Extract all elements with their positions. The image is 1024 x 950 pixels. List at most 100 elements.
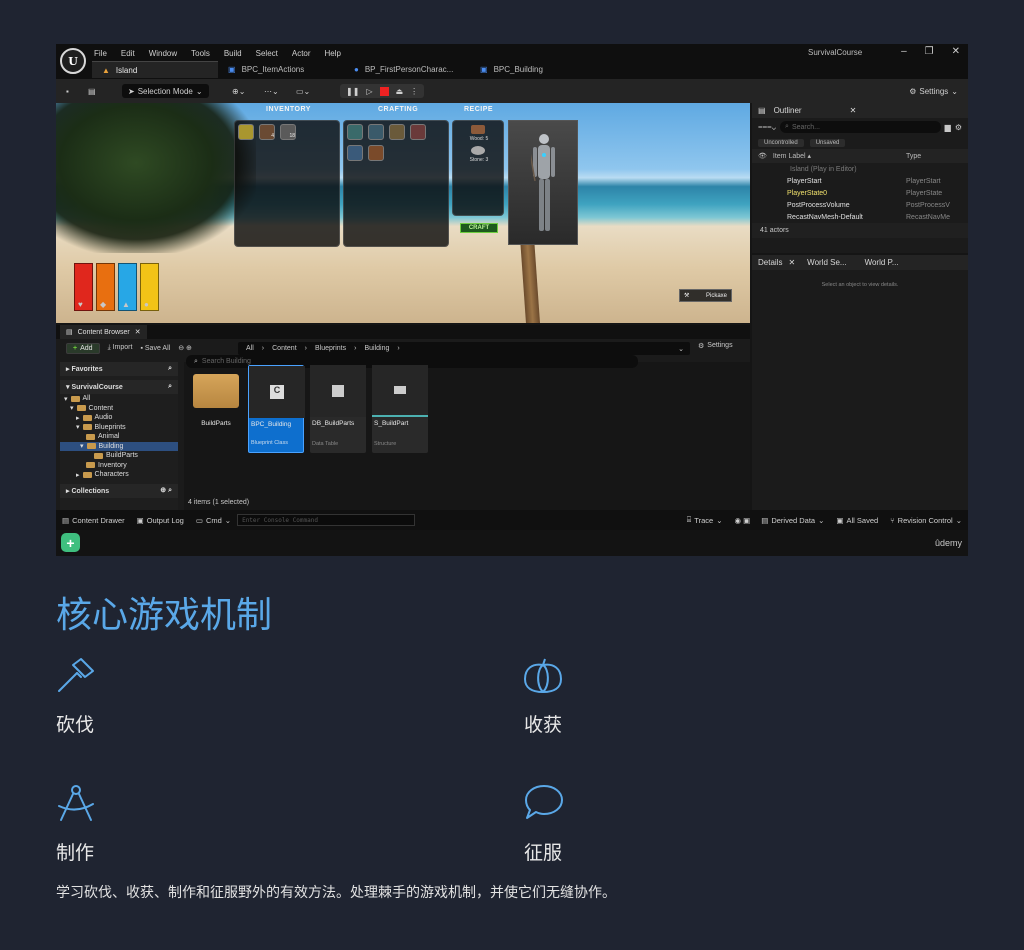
console-input[interactable]: Enter Console Command [237,514,416,526]
project-header[interactable]: ▾ SurvivalCourse ⌕ [60,380,178,394]
close-icon[interactable]: ✕ [135,328,141,336]
crafting-slot[interactable] [368,145,384,161]
eye-icon[interactable]: 👁 [758,152,767,160]
tree-item[interactable]: Inventory [60,461,178,471]
import-button[interactable]: ⤓ Import [108,344,133,352]
add-actor-icon[interactable]: ⊕⌄ [232,84,245,98]
tree-item[interactable]: ▾ Blueprints [60,423,178,433]
search-placeholder: Search... [791,123,820,131]
inventory-slot[interactable]: 4 [259,124,275,140]
content-browser-tab[interactable]: ▤ Content Browser ✕ [60,325,147,339]
crafting-slot[interactable] [368,124,384,140]
revision-control-dropdown[interactable]: ⑂ Revision Control ⌄ [884,516,968,525]
crumb-all[interactable]: All [246,345,254,352]
crumb-content[interactable]: Content [272,345,297,352]
tab-island[interactable]: ▲ Island [92,61,218,78]
asset-tile[interactable]: S_BuildPart Structure [372,365,428,453]
trace-dropdown[interactable]: ⌸ Trace ⌄ [681,515,729,525]
tab-world-partition[interactable]: World P... [865,258,899,267]
tree-item[interactable]: BuildParts [60,451,178,461]
menu-tools[interactable]: Tools [191,49,210,58]
tree-item-selected[interactable]: ▾ Building [60,441,178,451]
menu-file[interactable]: File [94,49,107,58]
minimize-icon[interactable]: – [901,46,907,57]
save-all-button[interactable]: ▪ Save All [140,345,170,352]
tab-bp-firstpersoncharacter[interactable]: ● BP_FirstPersonCharac... [344,61,470,78]
structure-icon [372,365,428,417]
favorites-header[interactable]: ▸ Favorites ⌕ [60,362,178,376]
menu-select[interactable]: Select [256,49,278,58]
inventory-slot[interactable]: 18 [280,124,296,140]
tree-item[interactable]: ▾ Content [60,404,178,414]
more-icon[interactable]: ⋮ [410,87,418,96]
outliner-row[interactable]: PostProcessVolume PostProcessV [752,199,968,211]
stop-icon[interactable] [379,86,389,96]
step-icon[interactable]: ▷ [366,87,372,96]
menu-help[interactable]: Help [325,49,341,58]
tab-world-settings[interactable]: World Se... [807,258,846,267]
asset-tile[interactable]: DB_BuildParts Data Table [310,365,366,453]
crafting-slot[interactable] [347,124,363,140]
derived-data-dropdown[interactable]: ◉ ▣ ▤ Derived Data ⌄ [729,516,831,525]
menu-window[interactable]: Window [149,49,177,58]
settings-button[interactable]: ⚙ Settings ⌄ [909,84,958,98]
outliner-tab[interactable]: ▤ Outliner ✕ [752,103,968,118]
collections-header[interactable]: ▸ Collections ⊕ ⌕ [60,483,178,498]
crumb-building[interactable]: Building [364,345,389,352]
inventory-slot[interactable] [238,124,254,140]
hotbar-slot-pickaxe[interactable]: ⚒ Pickaxe [679,289,732,302]
level-viewport[interactable]: INVENTORY CRAFTING RECIPE 4 18 Wood: 5 S… [56,103,750,323]
cb-settings-button[interactable]: ⚙ Settings [698,342,733,350]
crafting-slot[interactable] [410,124,426,140]
menu-edit[interactable]: Edit [121,49,135,58]
tree-item[interactable]: ▸ Characters [60,470,178,480]
outliner-search-row: ⩶⌄ ⌕ Search... ▆ ⚙ [752,118,968,136]
pause-icon[interactable]: ❚❚ [346,87,359,96]
content-drawer-button[interactable]: ▤ Content Drawer [56,516,131,525]
content-browser: ▤ Content Browser ✕ + Add ⤓ Import ▪ Save… [56,325,750,510]
gear-icon[interactable]: ⚙ [955,123,962,132]
crafting-slot[interactable] [389,124,405,140]
col-item-label[interactable]: Item Label ▴ [773,152,811,160]
close-icon[interactable]: ✕ [952,46,960,57]
save-icon[interactable]: ▪ [66,84,69,98]
blueprint-menu-icon[interactable]: ⋯⌄ [264,84,279,98]
tree-item[interactable]: ▾ All [60,394,178,404]
close-icon[interactable]: ✕ [788,258,795,267]
all-saved-button[interactable]: ▣ All Saved [830,516,884,525]
history-back-icon[interactable]: ⊖ ⊕ [178,344,192,352]
outliner-row[interactable]: PlayerState0 PlayerState [752,187,968,199]
craft-button[interactable]: CRAFT [460,223,498,233]
uncontrolled-chip[interactable]: Uncontrolled [758,138,804,147]
crumb-blueprints[interactable]: Blueprints [315,345,346,352]
tree-item[interactable]: Animal [60,432,178,442]
unsaved-chip[interactable]: Unsaved [809,138,846,147]
unreal-logo-icon[interactable]: U [60,48,86,74]
maximize-icon[interactable]: ❐ [925,46,934,57]
menu-build[interactable]: Build [224,49,242,58]
folder-add-icon[interactable]: ▆ [945,123,951,132]
asset-tile-folder[interactable]: BuildParts [188,365,244,453]
chevron-down-icon[interactable]: ⌄ [678,345,684,353]
tab-bpc-building[interactable]: ▣ BPC_Building [470,61,596,78]
crafting-slot[interactable] [347,145,363,161]
outliner-row[interactable]: Island (Play in Editor) [752,163,968,175]
source-control-icon[interactable]: ▤ [88,84,96,98]
selection-mode-dropdown[interactable]: ➤ Selection Mode ⌄ [122,84,209,98]
filter-icon[interactable]: ⩶⌄ [758,122,776,132]
col-type[interactable]: Type [906,153,921,160]
outliner-row[interactable]: RecastNavMesh-Default RecastNavMe [752,211,968,223]
tab-bpc-itemactions[interactable]: ▣ BPC_ItemActions [218,61,344,78]
close-icon[interactable]: ✕ [850,106,857,115]
cinematics-icon[interactable]: ▭⌄ [296,84,310,98]
tree-item[interactable]: ▸ Audio [60,413,178,423]
outliner-row[interactable]: PlayerStart PlayerStart [752,175,968,187]
output-log-button[interactable]: ▣ Output Log [131,516,190,525]
asset-tile-selected[interactable]: C BPC_Building Blueprint Class [248,365,305,453]
cmd-dropdown[interactable]: ▭ Cmd ⌄ [190,516,237,525]
outliner-search-input[interactable]: ⌕ Search... [780,121,941,133]
eject-icon[interactable]: ⏏ [396,87,404,96]
add-button[interactable]: + Add [66,342,100,354]
tab-details[interactable]: Details [758,258,782,267]
menu-actor[interactable]: Actor [292,49,311,58]
